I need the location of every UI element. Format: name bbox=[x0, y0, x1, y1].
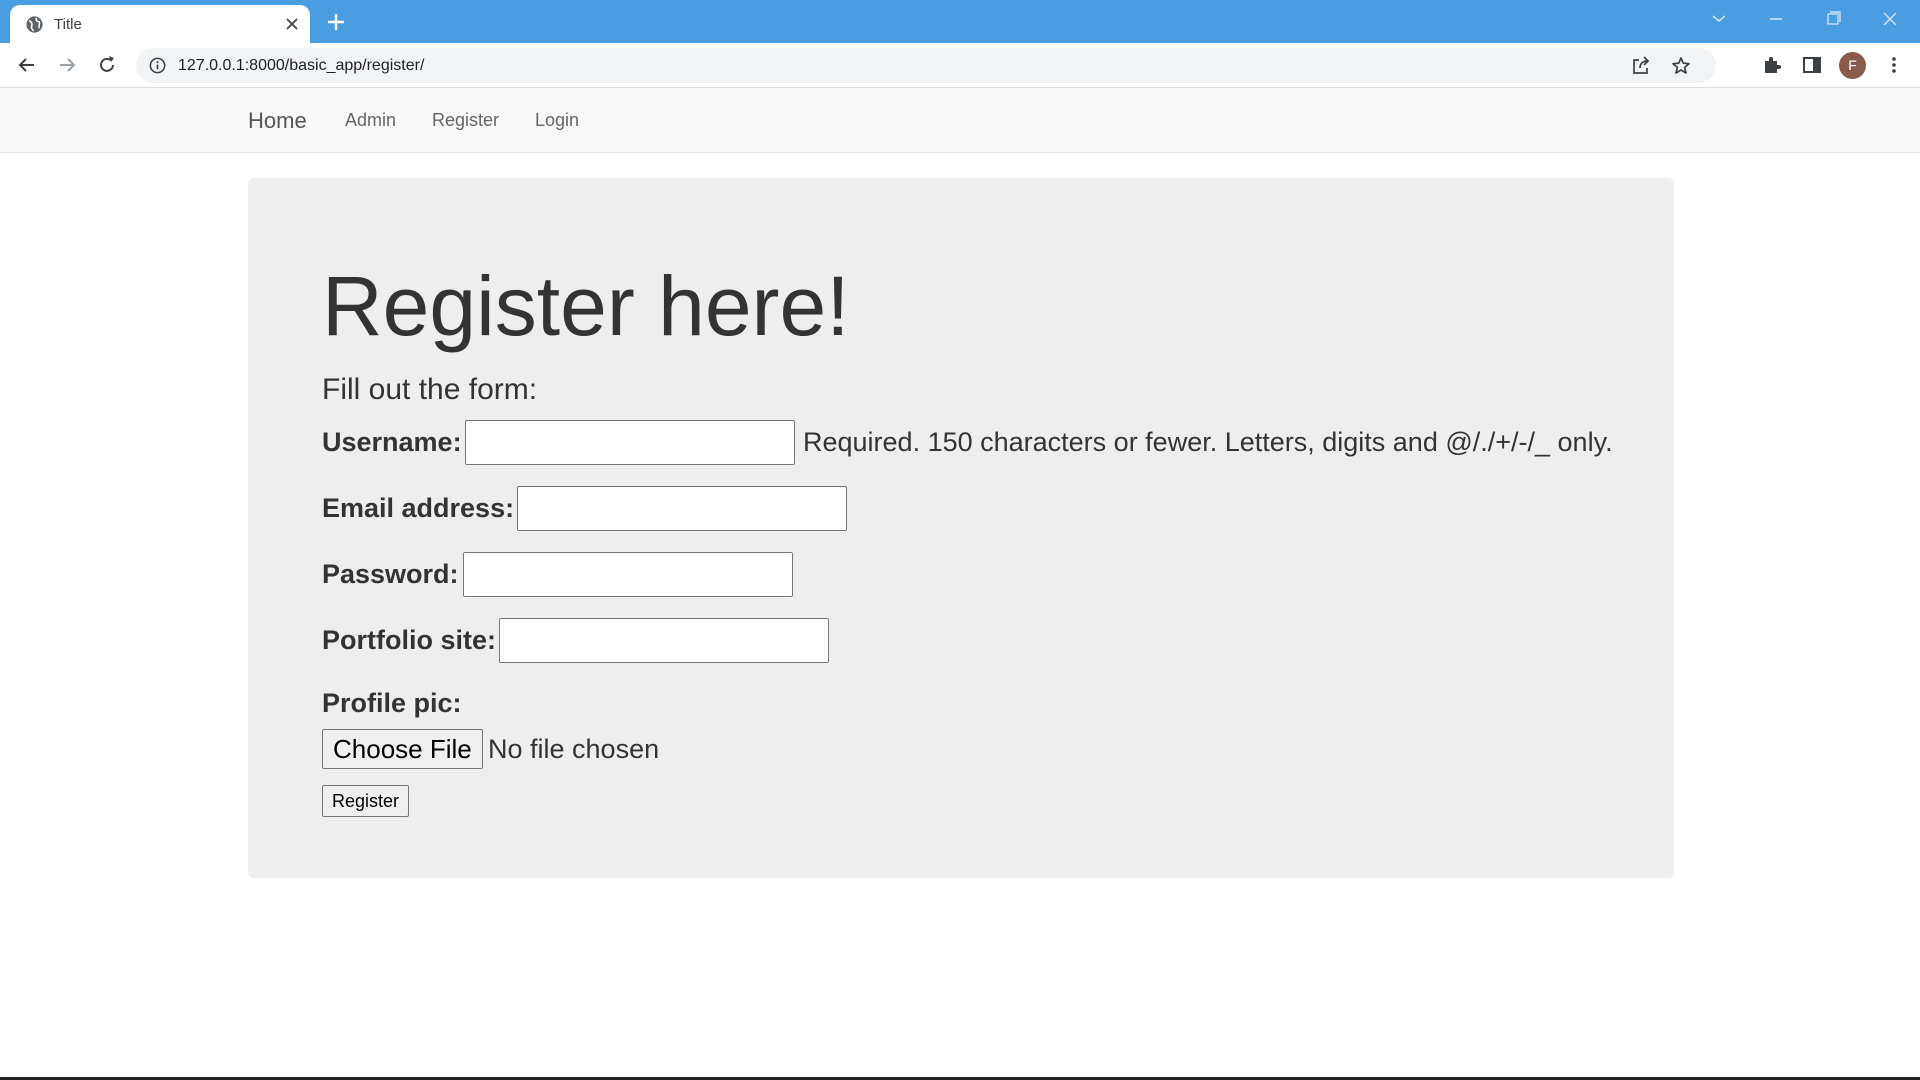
nav-home-link[interactable]: Home bbox=[248, 108, 307, 134]
reload-icon[interactable] bbox=[95, 53, 119, 77]
email-input[interactable] bbox=[517, 486, 847, 531]
choose-file-button[interactable]: Choose File bbox=[322, 729, 483, 769]
profile-pic-label: Profile pic: bbox=[322, 688, 462, 718]
email-label: Email address: bbox=[322, 493, 515, 523]
url-text[interactable]: 127.0.0.1:8000/basic_app/register/ bbox=[178, 57, 424, 75]
window-close-icon[interactable] bbox=[1875, 6, 1905, 32]
nav-admin-link[interactable]: Admin bbox=[345, 110, 396, 131]
nav-login-link[interactable]: Login bbox=[535, 110, 579, 131]
registration-panel: Register here! Fill out the form: Userna… bbox=[248, 178, 1674, 878]
username-input[interactable] bbox=[465, 420, 795, 465]
page-title: Register here! bbox=[322, 259, 850, 353]
browser-titlebar: Title bbox=[0, 0, 1920, 43]
file-status-text: No file chosen bbox=[488, 734, 660, 764]
password-input[interactable] bbox=[463, 552, 793, 597]
globe-icon bbox=[25, 15, 44, 34]
kebab-menu-icon[interactable] bbox=[1882, 53, 1906, 77]
username-label: Username: bbox=[322, 427, 462, 457]
profile-avatar[interactable]: F bbox=[1839, 52, 1866, 79]
browser-toolbar: 127.0.0.1:8000/basic_app/register/ F bbox=[0, 43, 1920, 88]
share-icon[interactable] bbox=[1629, 54, 1653, 78]
site-navbar: Home Admin Register Login bbox=[0, 88, 1920, 153]
arrow-right-icon[interactable] bbox=[55, 53, 79, 77]
portfolio-label: Portfolio site: bbox=[322, 625, 496, 655]
puzzle-icon[interactable] bbox=[1760, 53, 1784, 77]
browser-tab[interactable]: Title bbox=[10, 5, 310, 43]
chevron-down-icon[interactable] bbox=[1704, 6, 1734, 32]
side-panel-icon[interactable] bbox=[1800, 53, 1824, 77]
info-icon[interactable] bbox=[148, 56, 167, 75]
username-help-text: Required. 150 characters or fewer. Lette… bbox=[803, 427, 1613, 457]
register-submit-button[interactable]: Register bbox=[322, 785, 410, 817]
portfolio-input[interactable] bbox=[499, 618, 829, 663]
address-bar[interactable]: 127.0.0.1:8000/basic_app/register/ bbox=[136, 48, 1716, 83]
form-subheading: Fill out the form: bbox=[322, 373, 538, 406]
plus-icon[interactable] bbox=[323, 9, 349, 35]
arrow-left-icon[interactable] bbox=[15, 53, 39, 77]
minimize-icon[interactable] bbox=[1761, 6, 1791, 32]
tab-title: Title bbox=[54, 16, 82, 33]
star-icon[interactable] bbox=[1669, 54, 1693, 78]
nav-register-link[interactable]: Register bbox=[432, 110, 499, 131]
restore-icon[interactable] bbox=[1818, 6, 1848, 32]
close-icon[interactable] bbox=[282, 14, 302, 34]
password-label: Password: bbox=[322, 559, 459, 589]
